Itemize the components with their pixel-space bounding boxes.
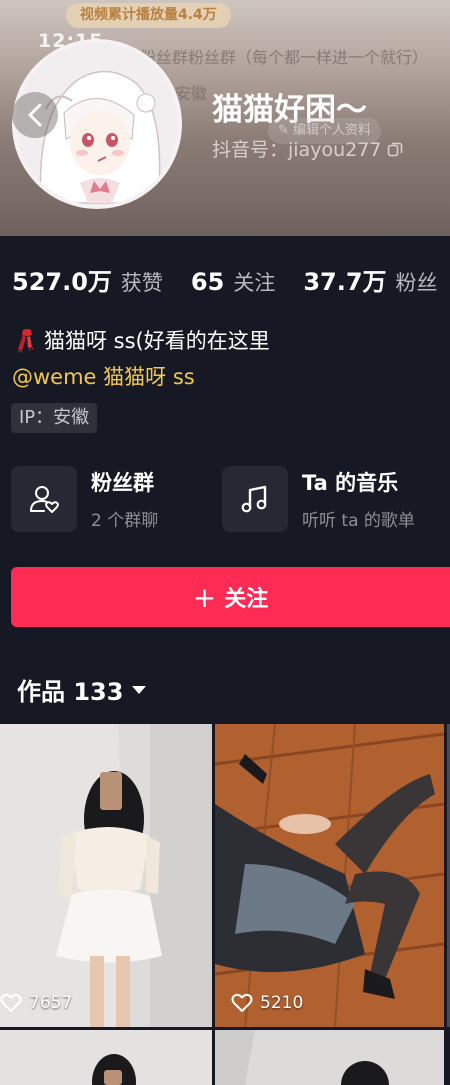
heart-outline-icon [231,993,253,1012]
follow-label: 关注 [224,587,269,612]
video-thumbnail [0,724,212,1027]
stat-likes-label: 获赞 [120,271,163,295]
bio-mention-link[interactable]: @weme 猫猫呀 ss [12,361,195,391]
stat-following-label: 关注 [233,271,276,295]
bio-line: 猫猫呀 ss(好看的在这里 [14,325,270,355]
music-icon-box [222,466,288,532]
video-thumbnail [215,1030,444,1085]
music-entry[interactable]: Ta 的音乐 听听 ta 的歌单 [222,466,415,532]
video-tile[interactable]: 7657 [0,724,212,1027]
fan-group-subtitle: 2 个群聊 [91,511,159,531]
stat-following[interactable]: 65 关注 [191,267,275,297]
stat-likes-value: 527.0万 [12,268,112,296]
chevron-left-icon [28,103,42,127]
stat-followers-label: 粉丝 [395,271,438,295]
tab-works[interactable]: 作品 133 [17,672,147,707]
bio-text: 猫猫呀 ss(好看的在这里 [44,329,270,353]
copy-icon[interactable] [387,141,403,157]
stat-following-value: 65 [190,268,225,296]
profile-stats: 527.0万 获赞 65 关注 37.7万 粉丝 [12,262,450,297]
header-faded-text: 粉丝群粉丝群（每个都一样进一个就行） [140,48,429,67]
video-like-number: 7657 [29,993,73,1013]
fan-group-icon [30,486,59,513]
video-tile[interactable]: 5210 [215,724,444,1027]
music-subtitle: 听听 ta 的歌单 [302,511,415,531]
douyin-id-text: 抖音号：jiayou277 [212,139,382,161]
scarf-icon [17,329,34,353]
ip-location-tag: IP：安徽 [11,403,98,433]
fan-group-icon-box [11,466,77,532]
follow-button[interactable]: + 关注 [11,567,450,627]
play-count-banner[interactable]: 视频累计播放量4.4万 [66,3,231,28]
fan-group-entry[interactable]: 粉丝群 2 个群聊 [11,466,158,532]
back-button[interactable] [12,92,58,138]
video-thumbnail [0,1030,212,1085]
music-note-icon [241,485,267,513]
video-tile[interactable] [215,1030,444,1085]
caret-down-icon [132,685,147,694]
profile-header: 视频累计播放量4.4万 12:15 粉丝群粉丝群（每个都一样进一个就行） 安徽 … [0,0,450,236]
video-thumbnail [215,724,444,1027]
stat-followers-value: 37.7万 [303,268,387,296]
video-like-number: 5210 [260,993,304,1013]
douyin-id[interactable]: 抖音号：jiayou277 [212,135,403,162]
video-like-count: 7657 [0,993,72,1013]
fan-group-title: 粉丝群 [91,471,154,495]
stat-likes[interactable]: 527.0万 获赞 [12,262,163,297]
music-title: Ta 的音乐 [302,471,399,495]
heart-outline-icon [0,993,22,1012]
video-tile[interactable] [0,1030,212,1085]
plus-icon: + [192,580,217,614]
stat-followers[interactable]: 37.7万 粉丝 [303,262,437,297]
header-faded-location: 安徽 [175,84,208,103]
works-tab-label: 作品 133 [17,678,124,706]
video-like-count: 5210 [231,993,303,1013]
